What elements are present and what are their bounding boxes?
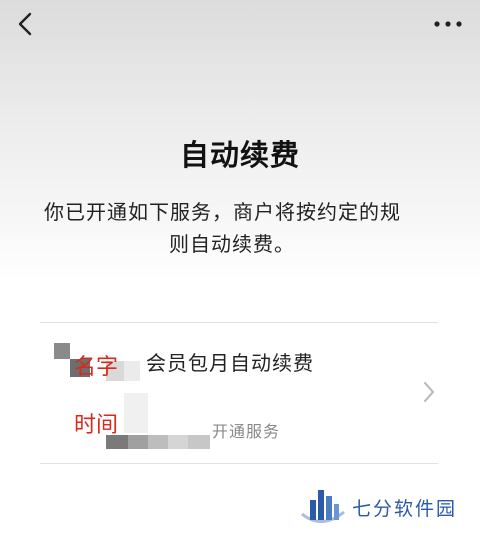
mosaic-block [168,435,188,449]
mosaic-block [148,435,168,449]
mosaic-block [54,343,70,359]
page-title: 自动续费 [179,138,300,172]
top-bar [0,0,480,50]
description-line-1: 你已开通如下服务，商户将按约定的规 [44,200,401,224]
more-horizontal-icon [434,21,462,27]
service-row[interactable]: 名字 时间 会员包月自动续费 开通服务 [40,323,438,463]
time-annotation: 时间 [74,413,119,438]
chevron-right-icon [424,382,434,402]
building-logo-icon [301,490,345,523]
description-line-2: 则自动续费。 [169,232,295,256]
watermark-text: 七分软件园 [352,498,458,520]
watermark: 七分软件园 [296,484,476,528]
mosaic-block [188,435,210,449]
service-name: 会员包月自动续费 [146,351,314,375]
service-status: 开通服务 [212,422,281,441]
back-button[interactable] [12,8,40,40]
mosaic-block [124,393,148,433]
more-options-button[interactable] [430,10,466,38]
mosaic-block [124,361,140,381]
bottom-divider [40,463,438,464]
description-text: 你已开通如下服务，商户将按约定的规 则自动续费。 [44,196,444,260]
chevron-left-icon [18,12,32,36]
mosaic-block [128,435,148,449]
name-annotation: 名字 [74,355,119,380]
